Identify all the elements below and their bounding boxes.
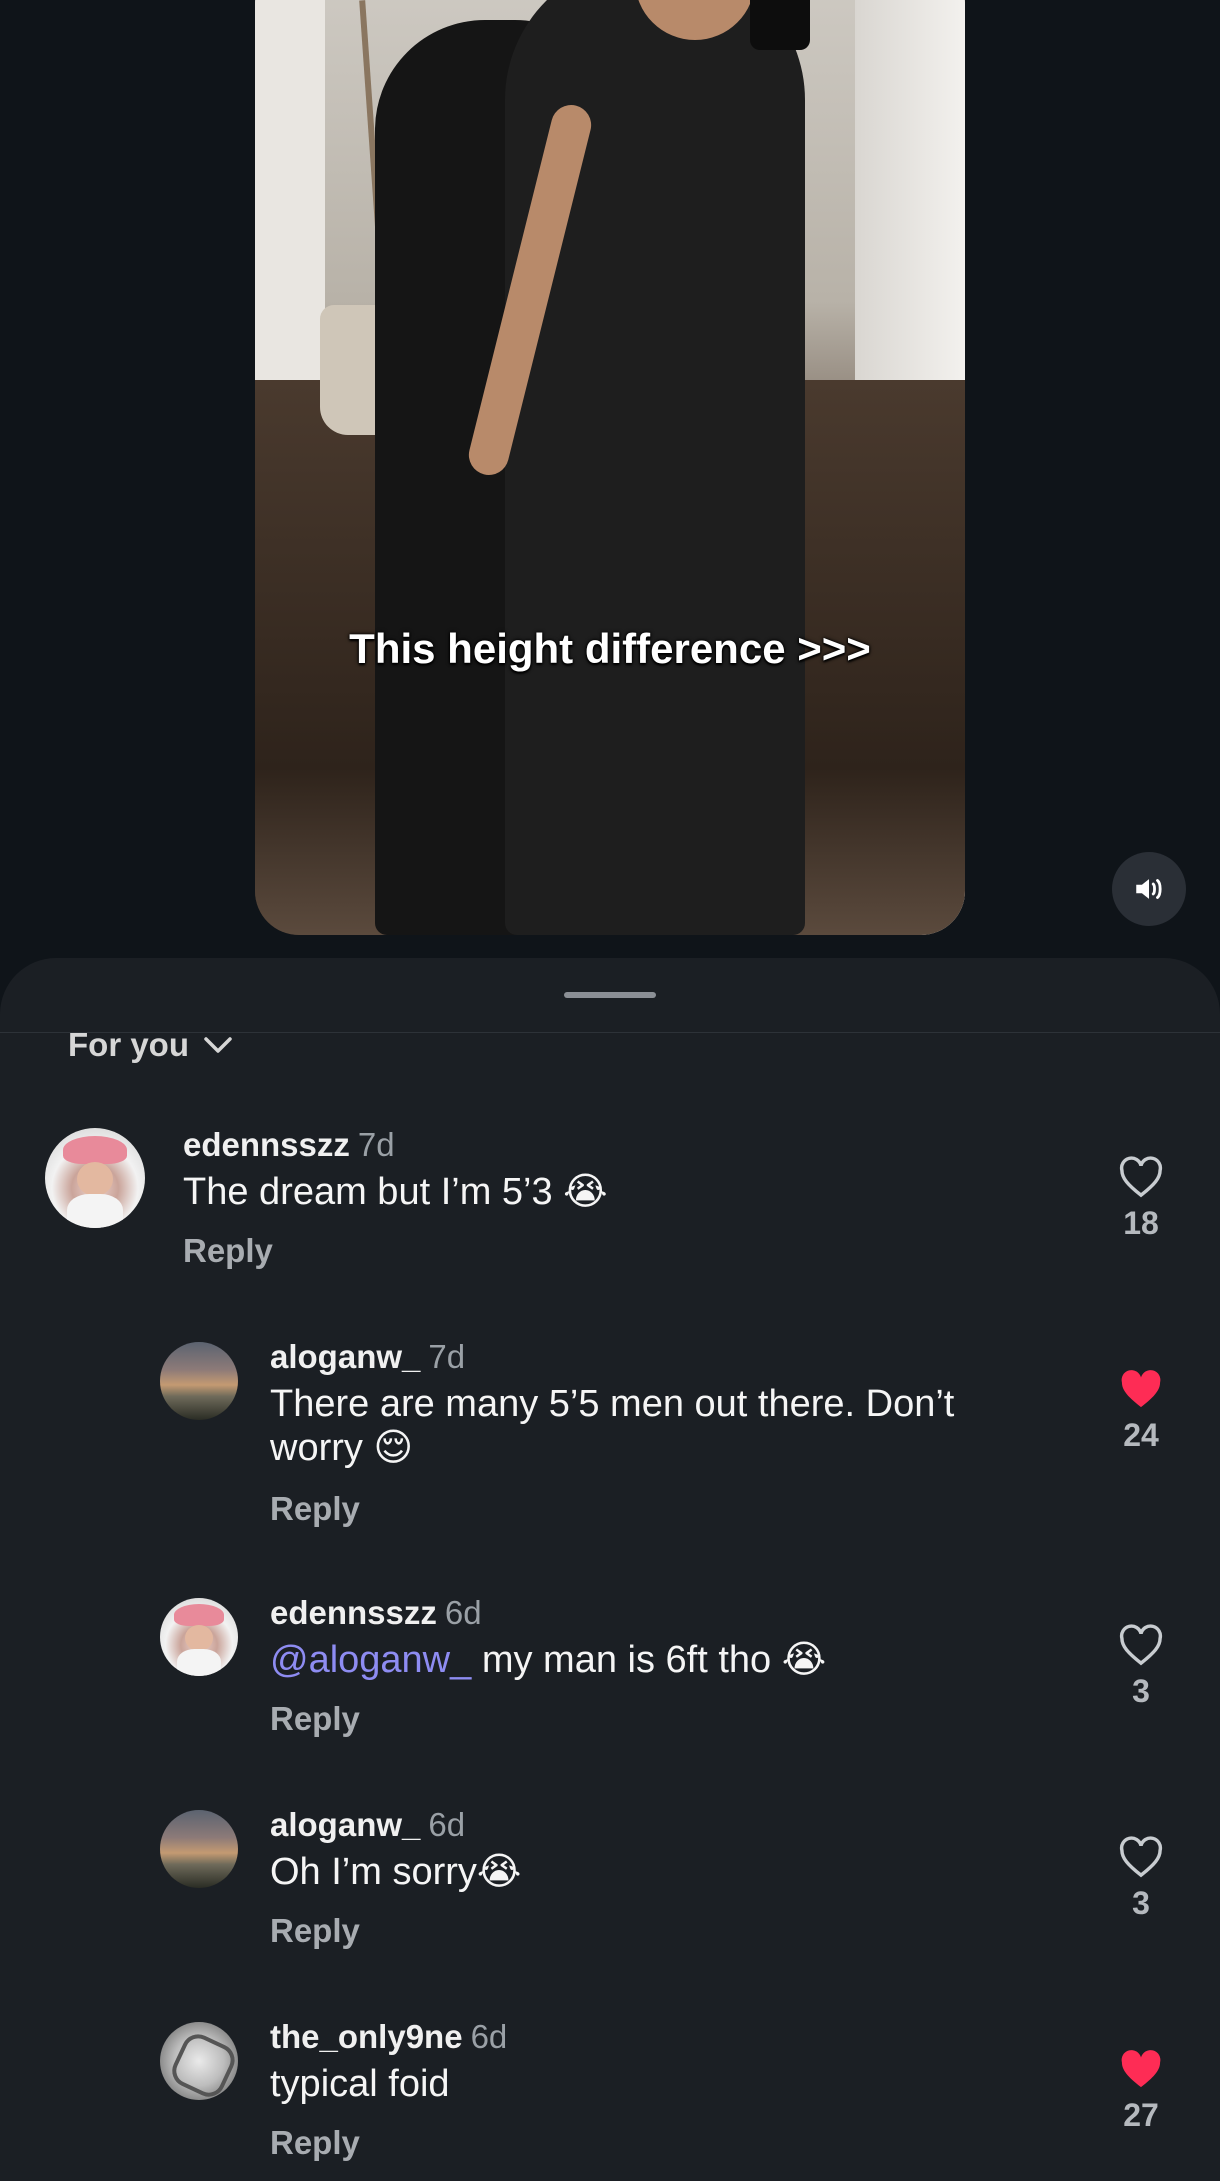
sort-filter-dropdown[interactable]: For you <box>68 1026 233 1064</box>
heart-outline-icon <box>1119 1156 1163 1198</box>
speaker-icon <box>1136 879 1162 899</box>
like-button[interactable]: 3 <box>1108 1836 1174 1922</box>
comment-text: There are many 5’5 men out there. Don’t … <box>270 1382 954 1470</box>
comment-time: 6d <box>470 2018 508 2055</box>
avatar[interactable] <box>45 1128 145 1228</box>
comment-meta: aloganw_ 6d <box>270 1806 465 1844</box>
video-scene-phone <box>750 0 810 50</box>
comment-time: 7d <box>428 1338 466 1375</box>
comment-text: Oh I’m sorry😭 <box>270 1851 522 1893</box>
reply-button[interactable]: Reply <box>270 1700 360 1738</box>
like-button[interactable]: 27 <box>1108 2048 1174 2134</box>
comments-sheet: For you edennsszz 7d The dream but I’m 5’… <box>0 958 1220 2181</box>
like-button[interactable]: 24 <box>1108 1368 1174 1454</box>
reply-button[interactable]: Reply <box>270 1912 360 1950</box>
avatar[interactable] <box>160 1342 238 1420</box>
like-count: 27 <box>1123 2097 1159 2133</box>
comment-username[interactable]: aloganw_ <box>270 1338 420 1375</box>
comment-time: 6d <box>444 1594 482 1631</box>
comment-time: 6d <box>428 1806 466 1843</box>
like-count: 3 <box>1132 1673 1150 1709</box>
heart-outline-icon <box>1119 1624 1163 1666</box>
avatar[interactable] <box>160 1810 238 1888</box>
video-caption: This height difference >>> <box>349 625 871 672</box>
sort-filter-label: For you <box>68 1026 189 1063</box>
like-button[interactable]: 3 <box>1108 1624 1174 1710</box>
comment-text-line: worry 😌 <box>270 1427 414 1469</box>
reply-button[interactable]: Reply <box>183 1232 273 1270</box>
comment-meta: edennsszz 6d <box>270 1594 482 1632</box>
comment-text-body: my man is 6ft tho 😭 <box>471 1639 827 1681</box>
avatar[interactable] <box>160 2022 238 2100</box>
comment-username[interactable]: the_only9ne <box>270 2018 463 2055</box>
like-count: 24 <box>1123 1417 1159 1453</box>
comment-meta: edennsszz 7d <box>183 1126 395 1164</box>
mute-button[interactable] <box>1112 852 1186 926</box>
avatar[interactable] <box>160 1598 238 1676</box>
like-count: 3 <box>1132 1885 1150 1921</box>
comment-username[interactable]: edennsszz <box>270 1594 437 1631</box>
chevron-down-icon <box>204 1037 232 1053</box>
comment-text-line: There are many 5’5 men out there. Don’t <box>270 1383 955 1425</box>
heart-filled-icon <box>1121 2050 1161 2088</box>
video-player[interactable]: This height difference >>> <box>255 0 965 935</box>
reply-button[interactable]: Reply <box>270 2124 360 2162</box>
heart-filled-icon <box>1121 1370 1161 1408</box>
comment-text: typical foid <box>270 2063 450 2105</box>
video-scene-wall <box>255 0 325 380</box>
reply-button[interactable]: Reply <box>270 1490 360 1528</box>
mention-link[interactable]: @aloganw_ <box>270 1639 471 1681</box>
sheet-grabber[interactable] <box>564 992 656 998</box>
comment-text: @aloganw_ my man is 6ft tho 😭 <box>270 1638 826 1682</box>
heart-outline-icon <box>1119 1836 1163 1878</box>
comment-meta: aloganw_ 7d <box>270 1338 465 1376</box>
video-area: This height difference >>> <box>0 0 1220 960</box>
comment-text: The dream but I’m 5’3 😭 <box>183 1171 608 1213</box>
comment-username[interactable]: aloganw_ <box>270 1806 420 1843</box>
comment-meta: the_only9ne 6d <box>270 2018 507 2056</box>
comment-time: 7d <box>357 1126 395 1163</box>
like-button[interactable]: 18 <box>1108 1156 1174 1242</box>
comment-username[interactable]: edennsszz <box>183 1126 350 1163</box>
like-count: 18 <box>1123 1205 1159 1241</box>
